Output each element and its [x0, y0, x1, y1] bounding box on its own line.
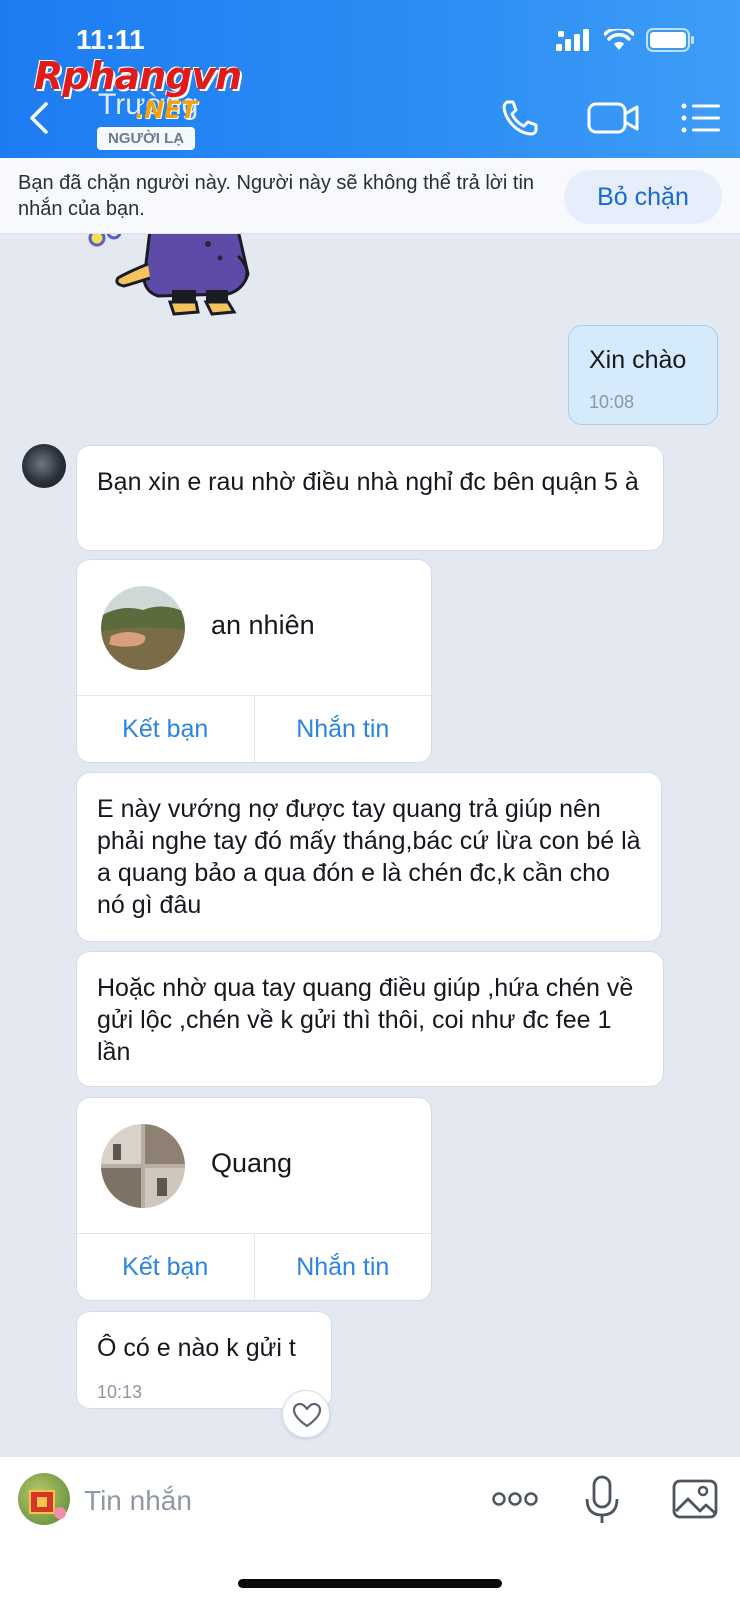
message-input[interactable]	[84, 1479, 464, 1523]
stranger-badge: NGƯỜI LẠ	[97, 127, 196, 150]
card-actions: Kết bạn Nhắn tin	[77, 695, 431, 762]
wifi-icon	[604, 29, 634, 50]
contact-card[interactable]: an nhiên Kết bạn Nhắn tin	[76, 559, 432, 763]
signal-icon	[556, 29, 589, 51]
message-text: Hoặc nhờ qua tay quang điều giúp ,hứa ch…	[97, 974, 634, 1066]
contact-name: Quang	[211, 1148, 293, 1178]
message-input-bar	[0, 1456, 740, 1600]
status-time: 11:11	[76, 24, 145, 55]
message-text: Xin chào	[589, 346, 687, 374]
more-dots-icon[interactable]	[490, 1473, 540, 1525]
incoming-message[interactable]: Hoặc nhờ qua tay quang điều giúp ,hứa ch…	[76, 951, 664, 1087]
unblock-button[interactable]: Bỏ chặn	[564, 170, 722, 224]
contact-avatar	[101, 1124, 185, 1208]
message-time: 10:08	[589, 392, 635, 412]
sender-avatar[interactable]	[22, 444, 66, 488]
chevron-left-icon[interactable]	[22, 96, 58, 140]
image-icon[interactable]	[672, 1473, 718, 1525]
incoming-message[interactable]: Bạn xin e rau nhờ điều nhà nghỉ đc bên q…	[76, 445, 664, 551]
sticker-button[interactable]	[18, 1473, 70, 1525]
add-friend-button[interactable]: Kết bạn	[77, 696, 254, 762]
character-sticker[interactable]	[88, 234, 258, 318]
contact-avatar	[101, 586, 185, 670]
send-message-button[interactable]: Nhắn tin	[253, 1234, 432, 1300]
heart-icon	[292, 1402, 322, 1428]
incoming-message[interactable]: E này vướng nợ được tay quang trả giúp n…	[76, 772, 662, 942]
video-icon[interactable]	[586, 96, 642, 140]
block-notice-text: Bạn đã chặn người này. Người này sẽ khôn…	[18, 172, 535, 220]
battery-icon	[646, 28, 694, 52]
sticker-icon	[29, 1490, 66, 1519]
chat-header: 11:11 Trường NGƯỜI LẠ Rphangvn .NET	[0, 0, 740, 158]
message-text: Ô có e nào k gửi t	[97, 1334, 296, 1362]
card-actions: Kết bạn Nhắn tin	[77, 1233, 431, 1300]
microphone-icon[interactable]	[582, 1473, 622, 1525]
watermark-logo: Rphangvn	[34, 54, 242, 98]
message-text: Bạn xin e rau nhờ điều nhà nghỉ đc bên q…	[97, 468, 639, 496]
message-time: 10:13	[97, 1382, 143, 1402]
contact-card[interactable]: Quang Kết bạn Nhắn tin	[76, 1097, 432, 1301]
message-text: E này vướng nợ được tay quang trả giúp n…	[97, 795, 641, 919]
list-icon[interactable]	[678, 96, 726, 140]
home-indicator	[238, 1579, 502, 1588]
status-icons	[556, 28, 696, 52]
reaction-button[interactable]	[282, 1390, 330, 1438]
outgoing-message[interactable]: Xin chào 10:08	[568, 325, 718, 425]
phone-icon[interactable]	[498, 96, 546, 140]
send-message-button[interactable]: Nhắn tin	[253, 696, 432, 762]
watermark-suffix: .NET	[135, 96, 197, 124]
block-banner: Bạn đã chặn người này. Người này sẽ khôn…	[0, 158, 740, 234]
add-friend-button[interactable]: Kết bạn	[77, 1234, 254, 1300]
contact-name: an nhiên	[211, 610, 315, 640]
